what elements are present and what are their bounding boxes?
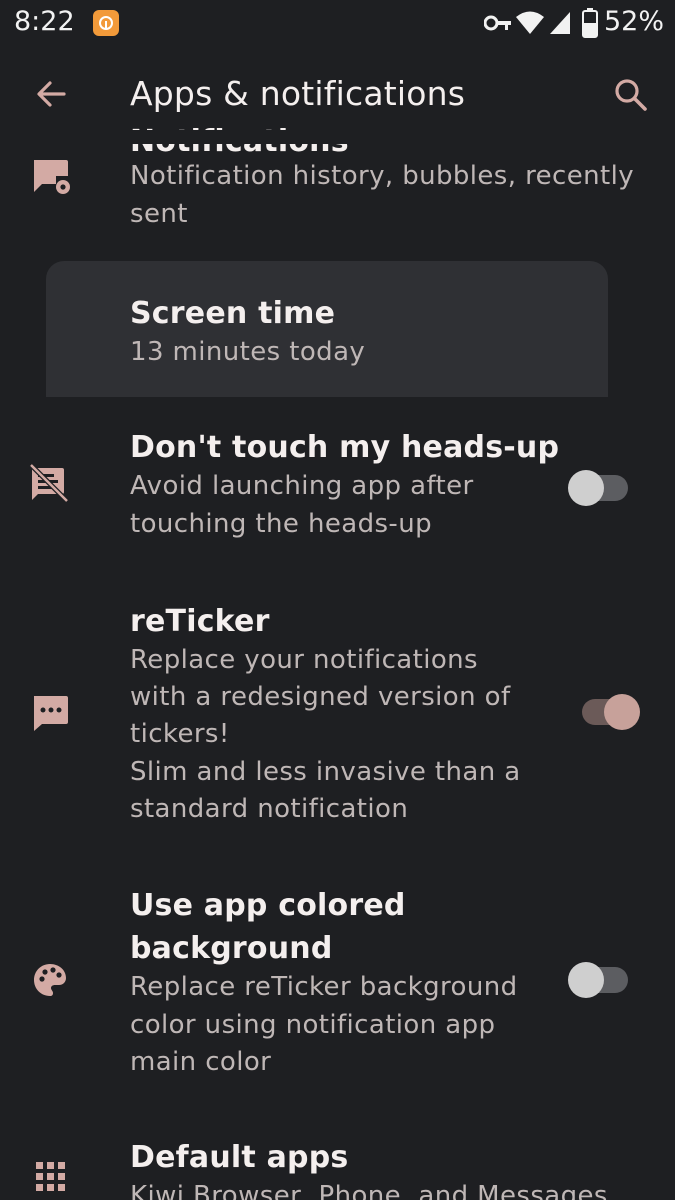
comment-off-icon <box>29 463 69 503</box>
signal-icon <box>550 12 570 34</box>
page-title: Apps & notifications <box>130 74 466 113</box>
screen-time-summary: 13 minutes today <box>130 337 366 367</box>
search-button[interactable] <box>608 72 652 116</box>
arrow-back-icon <box>37 81 66 107</box>
toggle-thumb <box>568 470 604 506</box>
heads-up-summary-line1: Avoid launching app after <box>130 471 474 501</box>
reticker-summary-line3: tickers! <box>130 719 230 749</box>
notifications-summary-line1: Notification history, bubbles, recently <box>130 161 634 191</box>
heads-up-row[interactable]: Don't touch my heads-up Avoid launching … <box>0 410 675 560</box>
reticker-summary-line2: with a redesigned version of <box>130 682 511 712</box>
colored-background-title-line1: Use app colored <box>130 888 406 923</box>
heads-up-toggle[interactable] <box>568 470 630 506</box>
reticker-toggle[interactable] <box>582 694 642 730</box>
default-apps-title: Default apps <box>130 1140 349 1175</box>
default-apps-summary: Kiwi Browser, Phone, and Messages <box>130 1181 608 1200</box>
search-icon <box>615 79 647 111</box>
wifi-icon <box>516 11 544 34</box>
reticker-summary-line4: Slim and less invasive than a <box>130 757 521 787</box>
appbar-scroll-clip <box>0 130 675 144</box>
battery-icon <box>582 8 598 38</box>
battery-percent: 52% <box>604 6 665 37</box>
vpn-key-icon <box>484 15 511 31</box>
colored-background-summary-line1: Replace reTicker background <box>130 972 518 1002</box>
heads-up-summary-line2: touching the heads-up <box>130 509 432 539</box>
colored-background-toggle[interactable] <box>568 962 630 998</box>
colored-background-summary-line3: main color <box>130 1047 272 1077</box>
colored-background-title-line2: background <box>130 931 333 966</box>
default-apps-row[interactable]: Default apps Kiwi Browser, Phone, and Me… <box>0 1130 675 1200</box>
colored-background-summary-line2: color using notification app <box>130 1010 496 1040</box>
status-bar: 8:22 52% <box>0 0 675 48</box>
reticker-row[interactable]: reTicker Replace your notifications with… <box>0 590 675 830</box>
palette-icon <box>34 964 66 996</box>
toggle-thumb <box>604 694 640 730</box>
screen-time-title: Screen time <box>130 296 336 331</box>
reticker-summary-line5: standard notification <box>130 794 409 824</box>
chat-dots-icon <box>34 696 68 731</box>
notification-app-icon <box>93 10 119 36</box>
colored-background-row[interactable]: Use app colored background Replace reTic… <box>0 880 675 1090</box>
notification-settings-icon <box>34 160 70 194</box>
heads-up-title: Don't touch my heads-up <box>130 430 560 465</box>
reticker-title: reTicker <box>130 604 270 639</box>
status-clock: 8:22 <box>14 6 75 37</box>
apps-grid-icon <box>36 1162 65 1191</box>
notifications-summary-line2: sent <box>130 199 188 229</box>
reticker-summary-line1: Replace your notifications <box>130 645 478 675</box>
back-button[interactable] <box>30 72 74 116</box>
toggle-thumb <box>568 962 604 998</box>
